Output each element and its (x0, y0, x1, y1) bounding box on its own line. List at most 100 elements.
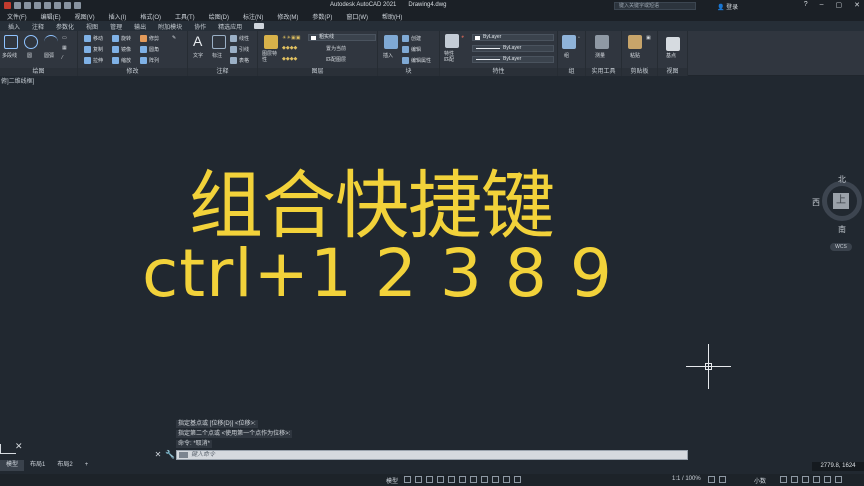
viewport-controls[interactable]: 俯]二维线框] (0, 76, 864, 89)
circle-icon[interactable] (24, 35, 38, 49)
save-as-icon[interactable] (44, 2, 51, 9)
viewcube[interactable]: 上 北 西 南 WCS (812, 175, 862, 253)
rectangle-icon[interactable]: ▭ (62, 35, 67, 41)
edit-block-button[interactable]: 编辑 (402, 46, 421, 54)
panel-layers-title[interactable]: 图层 (258, 68, 377, 76)
measure-icon[interactable] (595, 35, 609, 49)
customization-icon[interactable] (835, 476, 842, 483)
ortho-icon[interactable] (426, 476, 433, 483)
clean-screen-icon[interactable] (824, 476, 831, 483)
menu-dimension[interactable]: 标注(N) (243, 12, 263, 21)
tab-manage[interactable]: 管理 (110, 22, 122, 31)
annotation-visibility-icon[interactable] (503, 476, 510, 483)
paste-button[interactable]: 粘贴 (630, 52, 640, 59)
rotate-button[interactable]: 旋转 (112, 35, 131, 43)
ribbon-toggle-icon[interactable] (254, 23, 265, 29)
mirror-button[interactable]: 镜像 (112, 46, 131, 54)
pencil-icon[interactable]: ✎ (172, 35, 176, 41)
insert-block-button[interactable]: 插入 (383, 52, 393, 59)
layer-properties-icon[interactable] (264, 35, 278, 49)
group-tool-icons[interactable]: ▫ (578, 35, 580, 41)
quick-properties-icon[interactable] (780, 476, 787, 483)
measure-button[interactable]: 测量 (595, 52, 605, 59)
tab-layout1[interactable]: 布局1 (24, 460, 51, 471)
menu-file[interactable]: 文件(F) (7, 12, 27, 21)
fillet-button[interactable]: 圆角 (140, 46, 159, 54)
panel-annotation-title[interactable]: 注释 (188, 68, 257, 76)
save-icon[interactable] (34, 2, 41, 9)
tab-insert[interactable]: 插入 (8, 22, 20, 31)
maximize-icon[interactable]: ▢ (836, 1, 843, 9)
layer-dropdown[interactable]: 粗实线 (308, 34, 376, 41)
otrack-icon[interactable] (459, 476, 466, 483)
copy-clip-icon[interactable]: ▣ (646, 35, 651, 41)
group-button[interactable]: 组 (564, 52, 569, 59)
panel-utilities-title[interactable]: 实用工具 (586, 68, 621, 76)
menu-edit[interactable]: 编辑(E) (41, 12, 61, 21)
hatch-icon[interactable]: ▦ (62, 45, 67, 51)
tab-annotate[interactable]: 注释 (32, 22, 44, 31)
layer-tool-icons[interactable]: ◆◆◆◆ (282, 45, 297, 51)
base-view-icon[interactable] (666, 37, 680, 51)
viewcube-north[interactable]: 北 (838, 174, 846, 185)
snap-icon[interactable] (415, 476, 422, 483)
line-icon[interactable]: ⁄ (62, 55, 63, 61)
polar-icon[interactable] (437, 476, 444, 483)
panel-properties-title[interactable]: 特性 (440, 68, 557, 76)
app-menu-icon[interactable] (4, 2, 11, 9)
create-block-button[interactable]: 创建 (402, 35, 421, 43)
menu-help[interactable]: 帮助(H) (382, 12, 402, 21)
make-current-button[interactable]: 置为当前 (326, 45, 346, 52)
panel-groups-title[interactable]: 组 (558, 68, 585, 76)
tab-output[interactable]: 输出 (134, 22, 146, 31)
menu-modify[interactable]: 修改(M) (277, 12, 298, 21)
tab-featured-apps[interactable]: 精选应用 (218, 22, 242, 31)
close-command-line-icon[interactable]: ✕ (152, 450, 164, 459)
array-button[interactable]: 阵列 (140, 57, 159, 65)
annotation-monitor-icon[interactable] (719, 476, 726, 483)
lineweight-dropdown[interactable]: ByLayer (472, 56, 554, 63)
units-dropdown[interactable]: 小数 (754, 476, 766, 485)
tab-collaborate[interactable]: 协作 (194, 22, 206, 31)
sign-in-button[interactable]: 👤 登录 (717, 2, 738, 11)
redo-icon[interactable] (74, 2, 81, 9)
polyline-button[interactable]: 多段线 (2, 52, 17, 59)
command-input[interactable]: 键入命令 (176, 449, 688, 460)
minimize-icon[interactable]: – (820, 1, 824, 9)
text-button[interactable]: 文字 (193, 52, 203, 59)
scale-button[interactable]: 缩放 (112, 57, 131, 65)
dimension-icon[interactable] (212, 35, 226, 49)
linear-button[interactable]: 线性 (230, 35, 249, 43)
menu-view[interactable]: 视图(V) (75, 12, 95, 21)
arc-button[interactable]: 圆弧 (44, 52, 54, 59)
color-dropdown[interactable]: ByLayer (472, 34, 554, 41)
paste-icon[interactable] (628, 35, 642, 49)
layer-state-icons[interactable]: ☀☀▣▣ (282, 35, 300, 41)
help-icon[interactable]: ? (804, 1, 808, 9)
auto-scale-icon[interactable] (514, 476, 521, 483)
base-view-button[interactable]: 基点 (666, 52, 676, 59)
copy-button[interactable]: 复制 (84, 46, 103, 54)
workspace-icon[interactable] (708, 476, 715, 483)
dimension-button[interactable]: 标注 (212, 52, 222, 59)
lineweight-icon[interactable] (470, 476, 477, 483)
osnap-icon[interactable] (448, 476, 455, 483)
arc-icon[interactable] (44, 35, 58, 49)
close-icon[interactable]: ✕ (854, 1, 860, 9)
edit-attributes-button[interactable]: 编辑属性 (402, 57, 431, 65)
drawing-canvas[interactable]: 组合快捷键 ctrl+1 2 3 8 9 上 北 西 南 WCS (0, 89, 864, 449)
open-file-icon[interactable] (24, 2, 31, 9)
table-button[interactable]: 表格 (230, 57, 249, 65)
selection-cycling-icon[interactable] (492, 476, 499, 483)
panel-view-title[interactable]: 视图 (658, 68, 687, 76)
panel-modify-title[interactable]: 修改 (78, 68, 187, 76)
layer-properties-button[interactable]: 图层特性 (262, 51, 280, 63)
menu-format[interactable]: 格式(O) (140, 12, 161, 21)
polyline-icon[interactable] (4, 35, 18, 49)
add-layout-icon[interactable]: + (79, 460, 95, 471)
match-properties-icon[interactable] (445, 34, 459, 48)
isolate-objects-icon[interactable] (802, 476, 809, 483)
menu-parametric[interactable]: 参数(P) (312, 12, 332, 21)
print-icon[interactable] (54, 2, 61, 9)
search-input[interactable]: 键入关键字或短语 (614, 2, 696, 10)
